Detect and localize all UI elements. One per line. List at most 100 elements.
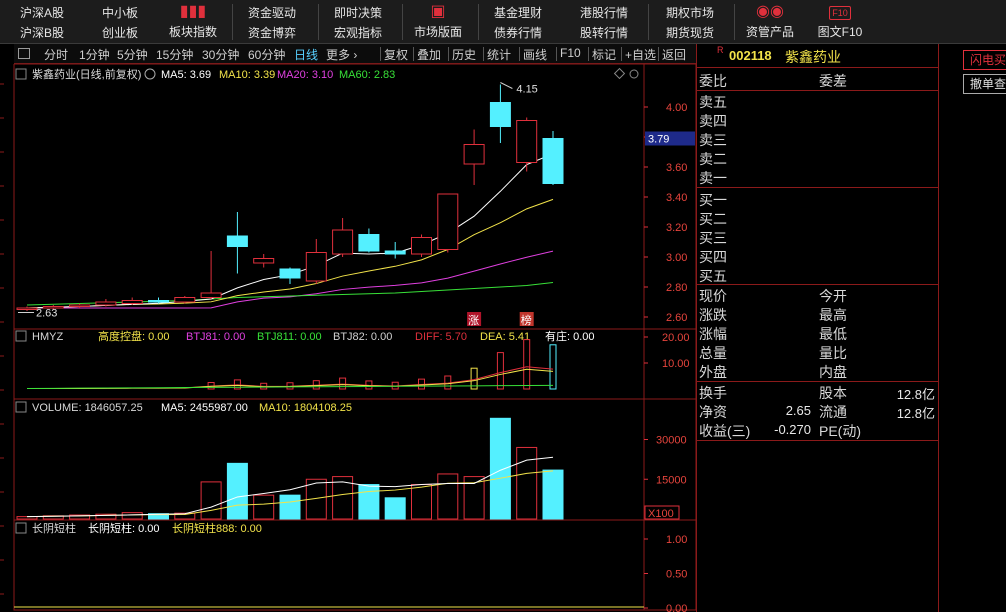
- candle-up: [411, 237, 432, 255]
- period-tab-7[interactable]: 更多 ›: [326, 46, 357, 63]
- toolbar-item-8[interactable]: 基金理财: [494, 4, 542, 21]
- quote-panel: R 002118 紫鑫药业 委比 委差 卖五 卖四 卖三 卖二 卖一 买一 买二 买三 买四 买五 现价…: [696, 44, 939, 612]
- candle-up: [332, 229, 354, 255]
- period-tab-1[interactable]: 1分钟: [79, 46, 110, 63]
- price-axis-label: 2.60: [666, 312, 687, 324]
- coins-icon: ◉◉: [756, 3, 784, 20]
- stat-left-2: 涨幅: [699, 326, 727, 342]
- fin-label-left-1: 净资: [699, 404, 727, 420]
- chart-area[interactable]: 4.003.803.603.403.203.002.802.604.152.63…: [0, 64, 696, 612]
- tool-separator: [588, 47, 589, 61]
- period-tab-3[interactable]: 15分钟: [156, 46, 193, 63]
- fin-value-left-1: 2.65: [785, 403, 811, 418]
- tool-button-7[interactable]: +自选: [625, 46, 656, 63]
- toolbar-big-label: 图文F10: [817, 25, 863, 39]
- tool-button-1[interactable]: 叠加: [417, 46, 441, 63]
- toolbar-item-11[interactable]: 股转行情: [580, 24, 628, 41]
- indicator-label-1: MA10: 3.39: [219, 69, 275, 81]
- candle-up: [121, 300, 143, 304]
- period-tab-0[interactable]: 分时: [44, 46, 68, 63]
- tool-separator: [380, 47, 381, 61]
- bid-level-1[interactable]: 买一: [699, 190, 727, 210]
- bar-chart-icon: ▮▮▮: [179, 3, 207, 20]
- toolbar-item-3[interactable]: 创业板: [102, 24, 138, 41]
- toolbar-separator: [648, 4, 649, 40]
- toolbar-item-4[interactable]: 资金驱动: [248, 4, 296, 21]
- volume-bar-down: [226, 462, 248, 520]
- ask-level-2[interactable]: 卖二: [699, 149, 727, 169]
- tool-button-3[interactable]: 统计: [487, 46, 511, 63]
- stock-name[interactable]: 紫鑫药业: [785, 47, 841, 67]
- toolbar-big-0[interactable]: ▮▮▮ 板块指数: [165, 1, 221, 40]
- fin-label-left-0: 换手: [699, 385, 727, 401]
- stat-right-4: 内盘: [819, 364, 847, 380]
- bid-level-5[interactable]: 买五: [699, 266, 727, 286]
- toolbar-big-2[interactable]: ◉◉ 资管产品: [742, 1, 798, 40]
- tool-button-2[interactable]: 历史: [452, 46, 476, 63]
- price-axis-label: 3.00: [666, 252, 687, 264]
- volume-bar-down: [384, 497, 406, 520]
- tool-button-4[interactable]: 画线: [523, 46, 547, 63]
- hmyz-bar: [549, 344, 557, 390]
- period-toolbar: 分时 1分钟 5分钟 15分钟 30分钟 60分钟 日线 更多 › 复权 叠加 历史 统计 画线 F10 标…: [14, 44, 696, 64]
- volume-bar-down: [542, 469, 564, 520]
- toolbar-item-0[interactable]: 沪深A股: [20, 4, 64, 21]
- price-axis-label: 3.40: [666, 192, 687, 204]
- indicator-label-5: DEA: 5.41: [480, 331, 530, 343]
- lightning-buy-button[interactable]: 闪电买: [963, 50, 1006, 70]
- pane-collapse-icon: [15, 522, 27, 534]
- toolbar-item-13[interactable]: 期货现货: [666, 24, 714, 41]
- toolbar-item-7[interactable]: 宏观指标: [334, 24, 382, 41]
- current-price-value: 3.79: [648, 134, 669, 146]
- stat-left-4: 外盘: [699, 364, 727, 380]
- toolbar-item-10[interactable]: 港股行情: [580, 4, 628, 21]
- bid-level-2[interactable]: 买二: [699, 209, 727, 229]
- volume-bar-down: [279, 494, 301, 520]
- indicator-label-2: BTJ811: 0.00: [257, 331, 322, 343]
- low-price-label: 2.63: [36, 308, 57, 320]
- candle-down: [226, 235, 248, 247]
- candle-up: [253, 258, 275, 264]
- pane-collapse-icon: [15, 68, 27, 80]
- tool-button-8[interactable]: 返回: [662, 46, 686, 63]
- cyd-axis-label: 0.00: [666, 603, 687, 612]
- sidebar-toggle-icon[interactable]: [18, 48, 30, 59]
- period-tab-4[interactable]: 30分钟: [202, 46, 239, 63]
- ask-level-1[interactable]: 卖一: [699, 168, 727, 188]
- tool-button-5[interactable]: F10: [560, 46, 581, 60]
- tool-separator: [556, 47, 557, 61]
- ask-level-3[interactable]: 卖三: [699, 130, 727, 150]
- pane-zoom-icon: [629, 69, 639, 79]
- toolbar-big-1[interactable]: ▣ 市场版面: [410, 1, 466, 40]
- toolbar-item-6[interactable]: 即时决策: [334, 4, 382, 21]
- indicator-label-1: MA10: 1804108.25: [259, 402, 352, 414]
- toolbar-item-12[interactable]: 期权市场: [666, 4, 714, 21]
- fin-value-left-2: -0.270: [774, 422, 811, 437]
- tool-button-0[interactable]: 复权: [384, 46, 408, 63]
- bid-level-4[interactable]: 买四: [699, 247, 727, 267]
- toolbar-big-label: 板块指数: [168, 25, 217, 39]
- toolbar-item-1[interactable]: 沪深B股: [20, 24, 64, 41]
- period-tab-6[interactable]: 日线: [294, 46, 318, 63]
- ask-level-5[interactable]: 卖五: [699, 92, 727, 112]
- cancel-order-button[interactable]: 撤单查: [963, 74, 1006, 94]
- indicator-label-2: MA20: 3.10: [277, 69, 333, 81]
- ask-level-4[interactable]: 卖四: [699, 111, 727, 131]
- toolbar-item-9[interactable]: 债券行情: [494, 24, 542, 41]
- toolbar-big-3[interactable]: F10 图文F10: [812, 1, 868, 40]
- diff-line: [27, 366, 554, 389]
- bid-level-3[interactable]: 买三: [699, 228, 727, 248]
- toolbar-item-2[interactable]: 中小板: [102, 4, 138, 21]
- quote-divider: [697, 440, 939, 441]
- stat-right-0: 今开: [819, 288, 847, 304]
- candle-up: [174, 297, 196, 303]
- indicator-label-0: 长阴短柱: 0.00: [88, 521, 160, 535]
- pane-collapse-icon: [15, 401, 27, 413]
- tool-button-6[interactable]: 标记: [592, 46, 616, 63]
- tool-separator: [658, 47, 659, 61]
- period-tab-5[interactable]: 60分钟: [248, 46, 285, 63]
- period-tab-2[interactable]: 5分钟: [117, 46, 148, 63]
- toolbar-item-5[interactable]: 资金博弈: [248, 24, 296, 41]
- indicator-label-6: 有庄: 0.00: [545, 329, 595, 343]
- toolbar-separator: [232, 4, 233, 40]
